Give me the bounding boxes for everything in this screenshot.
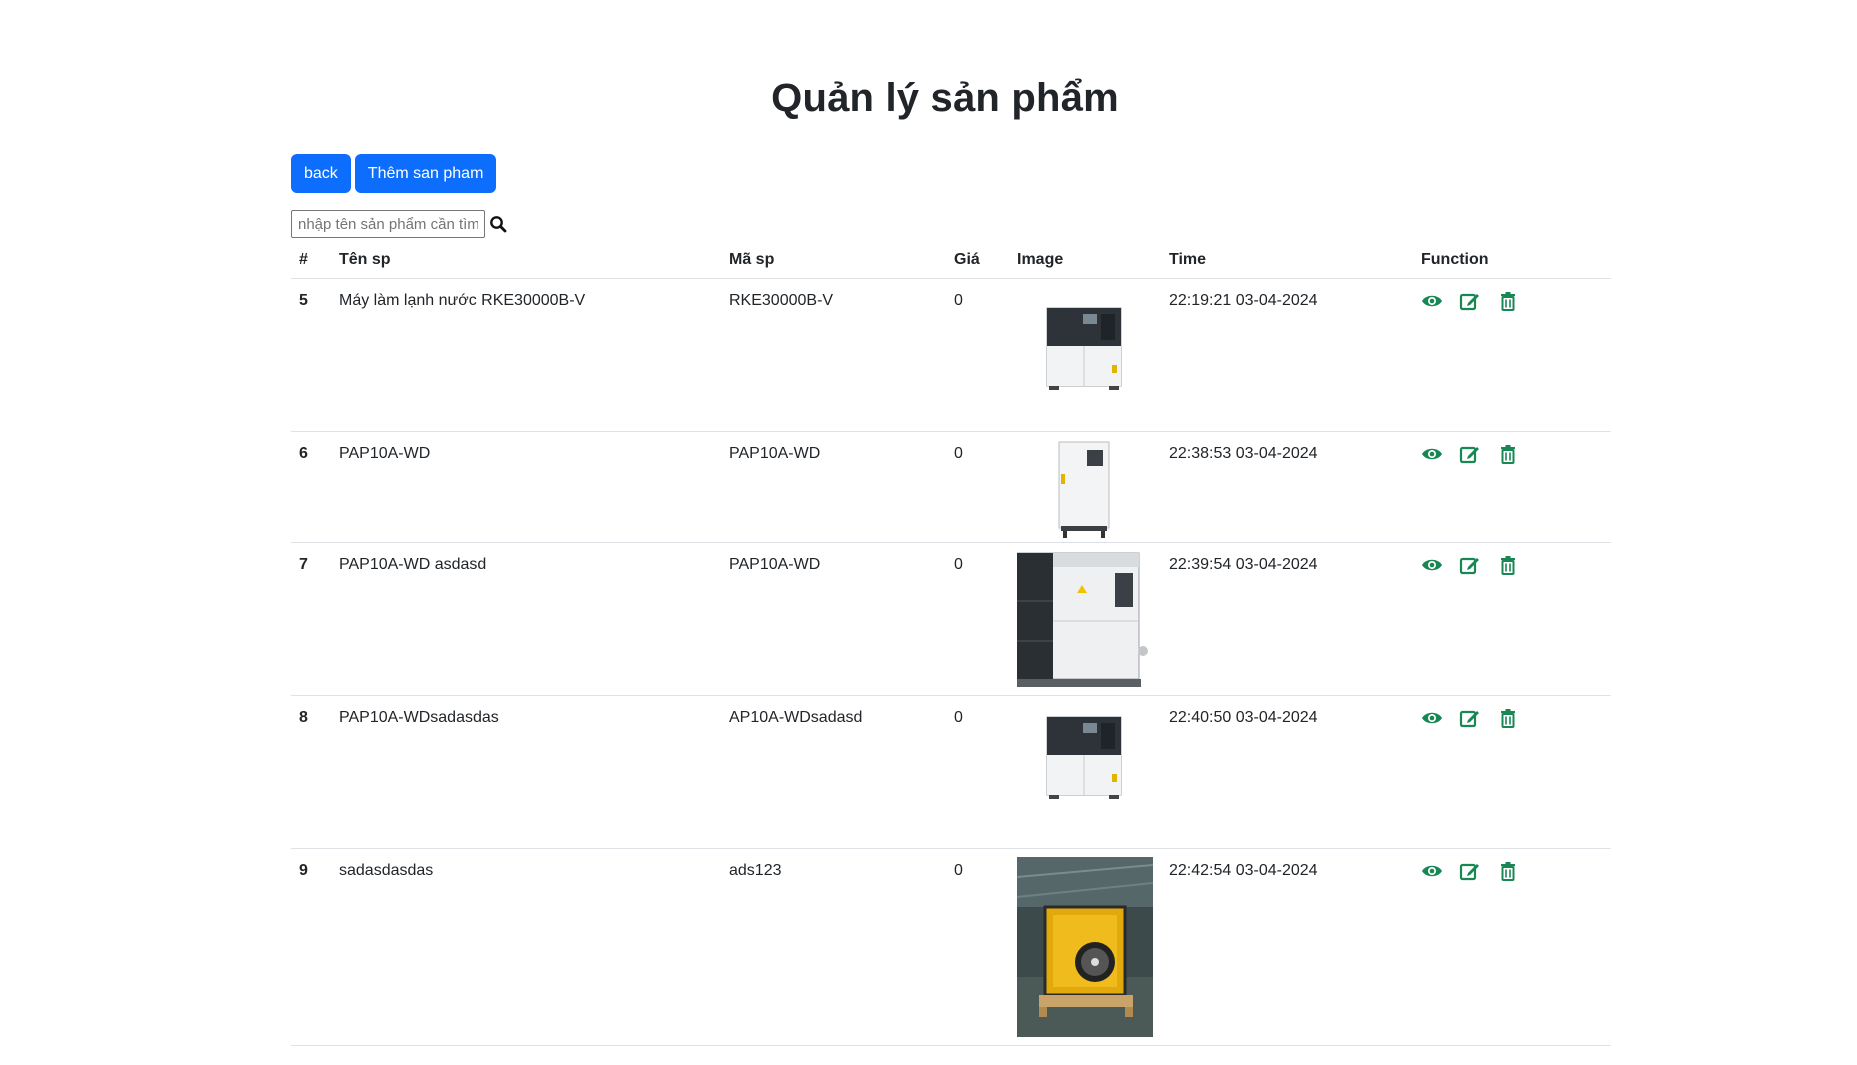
product-time: 22:39:54 03-04-2024 xyxy=(1169,556,1318,573)
product-time: 22:38:53 03-04-2024 xyxy=(1169,445,1318,462)
product-code: RKE30000B-V xyxy=(729,292,834,309)
product-price: 0 xyxy=(954,556,963,573)
trash-icon[interactable] xyxy=(1497,708,1519,728)
add-product-button[interactable]: Thêm san pham xyxy=(354,154,497,193)
eye-icon[interactable] xyxy=(1421,708,1443,728)
col-header-function: Function xyxy=(1413,242,1611,279)
edit-icon[interactable] xyxy=(1459,555,1481,575)
eye-icon[interactable] xyxy=(1421,444,1443,464)
table-header-row: # Tên sp Mã sp Giá Image Time Function xyxy=(291,242,1611,279)
page-title: Quản lý sản phẩm xyxy=(771,76,1119,120)
trash-icon[interactable] xyxy=(1497,555,1519,575)
row-actions xyxy=(1421,696,1603,728)
eye-icon[interactable] xyxy=(1421,861,1443,881)
col-header-index: # xyxy=(291,242,331,279)
table-row: 7 PAP10A-WD asdasd PAP10A-WD 0 22:39:54 … xyxy=(291,542,1611,696)
table-row: 9 sadasdasdas ads123 0 22:42:54 03-04-20… xyxy=(291,848,1611,1046)
toolbar: back Thêm san pham xyxy=(291,154,497,193)
product-name: PAP10A-WDsadasdas xyxy=(339,709,499,726)
product-image xyxy=(1046,307,1122,390)
product-price: 0 xyxy=(954,292,963,309)
product-price: 0 xyxy=(954,709,963,726)
product-image xyxy=(1017,552,1148,687)
product-price: 0 xyxy=(954,862,963,879)
product-code: ads123 xyxy=(729,862,782,879)
search-icon[interactable] xyxy=(489,215,507,233)
row-index: 9 xyxy=(299,862,308,879)
table-row: 6 PAP10A-WD PAP10A-WD 0 22:38:53 03-04-2… xyxy=(291,431,1611,543)
product-name: PAP10A-WD xyxy=(339,445,431,462)
product-time: 22:42:54 03-04-2024 xyxy=(1169,862,1318,879)
col-header-price: Giá xyxy=(946,242,1009,279)
search-input[interactable] xyxy=(291,210,485,238)
edit-icon[interactable] xyxy=(1459,291,1481,311)
eye-icon[interactable] xyxy=(1421,555,1443,575)
row-index: 6 xyxy=(299,445,308,462)
col-header-time: Time xyxy=(1161,242,1413,279)
product-image xyxy=(1046,716,1122,799)
row-actions xyxy=(1421,279,1603,311)
back-button[interactable]: back xyxy=(291,154,351,193)
col-header-code: Mã sp xyxy=(721,242,946,279)
trash-icon[interactable] xyxy=(1497,444,1519,464)
row-index: 7 xyxy=(299,556,308,573)
product-code: PAP10A-WD xyxy=(729,556,821,573)
row-actions xyxy=(1421,849,1603,881)
row-index: 5 xyxy=(299,292,308,309)
eye-icon[interactable] xyxy=(1421,291,1443,311)
edit-icon[interactable] xyxy=(1459,444,1481,464)
col-header-image: Image xyxy=(1009,242,1161,279)
product-time: 22:19:21 03-04-2024 xyxy=(1169,292,1318,309)
product-code: PAP10A-WD xyxy=(729,445,821,462)
table-row: 8 PAP10A-WDsadasdas AP10A-WDsadasd 0 22:… xyxy=(291,695,1611,849)
trash-icon[interactable] xyxy=(1497,291,1519,311)
product-code: AP10A-WDsadasd xyxy=(729,709,863,726)
row-actions xyxy=(1421,432,1603,464)
edit-icon[interactable] xyxy=(1459,708,1481,728)
search-bar xyxy=(291,210,507,238)
product-price: 0 xyxy=(954,445,963,462)
product-name: sadasdasdas xyxy=(339,862,434,879)
product-name: Máy làm lạnh nước RKE30000B-V xyxy=(339,292,586,309)
trash-icon[interactable] xyxy=(1497,861,1519,881)
product-table: # Tên sp Mã sp Giá Image Time Function 5… xyxy=(291,242,1611,1046)
product-image xyxy=(1058,441,1110,538)
product-time: 22:40:50 03-04-2024 xyxy=(1169,709,1318,726)
product-name: PAP10A-WD asdasd xyxy=(339,556,487,573)
table-row: 5 Máy làm lạnh nước RKE30000B-V RKE30000… xyxy=(291,278,1611,432)
edit-icon[interactable] xyxy=(1459,861,1481,881)
row-index: 8 xyxy=(299,709,308,726)
product-image xyxy=(1017,857,1153,1037)
row-actions xyxy=(1421,543,1603,575)
col-header-name: Tên sp xyxy=(331,242,721,279)
